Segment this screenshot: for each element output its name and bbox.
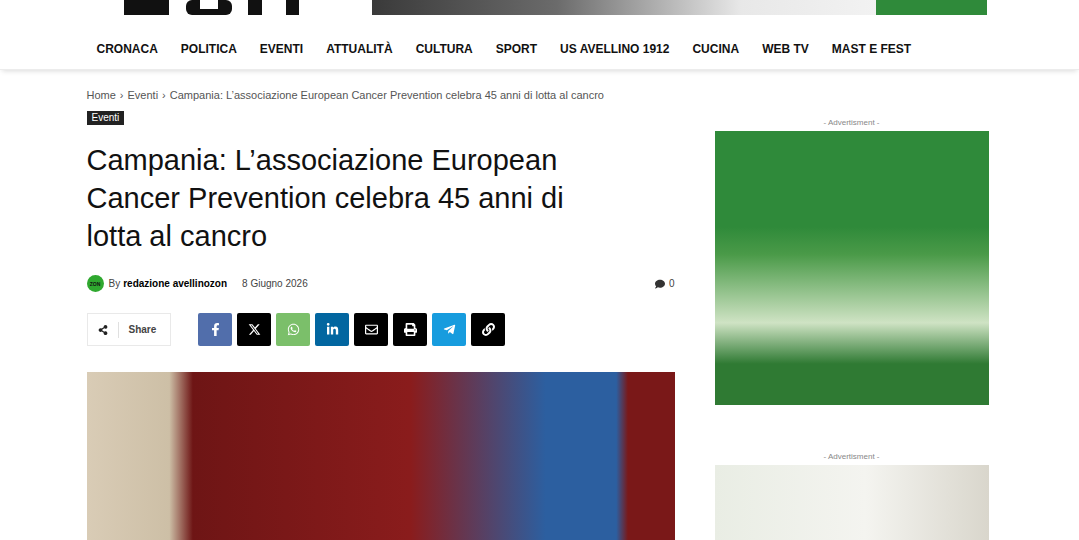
article-meta: ZON Byredazione avellinozon 8 Giugno 2026 0 xyxy=(87,275,675,292)
share-telegram-button[interactable] xyxy=(432,313,466,346)
by-label: By xyxy=(109,278,121,289)
whatsapp-icon xyxy=(287,323,300,336)
article-date: 8 Giugno 2026 xyxy=(242,278,308,289)
header xyxy=(87,0,993,16)
top-banner-ad[interactable] xyxy=(372,0,987,15)
share-whatsapp-button[interactable] xyxy=(276,313,310,346)
top-row xyxy=(87,0,993,16)
author-avatar[interactable]: ZON xyxy=(87,275,104,292)
print-icon xyxy=(404,323,417,336)
breadcrumb-item[interactable]: Home xyxy=(87,89,116,101)
breadcrumb-item[interactable]: Eventi xyxy=(128,89,159,101)
nav-item[interactable]: US AVELLINO 1912 xyxy=(560,42,669,56)
share-facebook-button[interactable] xyxy=(198,313,232,346)
nav-item[interactable]: CULTURA xyxy=(416,42,473,56)
ad-label: - Advertisment - xyxy=(715,452,989,462)
article-photo xyxy=(87,372,675,540)
author-name[interactable]: redazione avellinozon xyxy=(123,278,227,289)
x-icon xyxy=(248,323,261,336)
main-nav: CRONACA POLITICA EVENTI ATTUALITÀ CULTURA SPO… xyxy=(87,28,993,69)
share-print-button[interactable] xyxy=(393,313,427,346)
share-x-button[interactable] xyxy=(237,313,271,346)
nav-item[interactable]: SPORT xyxy=(496,42,537,56)
nav-item[interactable]: CRONACA xyxy=(97,42,158,56)
ad-label: - Advertisment - xyxy=(715,118,989,128)
category-tag[interactable]: Eventi xyxy=(87,111,125,125)
main: Home›Eventi›Campania: L’associazione Eur… xyxy=(87,70,993,540)
facebook-icon xyxy=(209,323,222,336)
nav-item[interactable]: ATTUALITÀ xyxy=(326,42,392,56)
comment-icon xyxy=(655,279,665,289)
copy-link-icon xyxy=(482,323,495,336)
nav-item[interactable]: EVENTI xyxy=(260,42,303,56)
breadcrumb-item[interactable]: Campania: L’associazione European Cancer… xyxy=(170,89,604,101)
share-icon xyxy=(98,325,108,335)
share-copy-link-button[interactable] xyxy=(471,313,505,346)
telegram-icon xyxy=(443,323,456,336)
share-label: Share xyxy=(87,313,172,346)
nav-item[interactable]: MAST E FEST xyxy=(832,42,911,56)
article: Home›Eventi›Campania: L’associazione Eur… xyxy=(87,89,675,540)
article-title: Campania: L’associazione European Cancer… xyxy=(87,141,627,255)
nav-item[interactable]: CUCINA xyxy=(692,42,739,56)
nav-item[interactable]: POLITICA xyxy=(181,42,237,56)
breadcrumb-separator: › xyxy=(162,89,166,101)
sidebar: - Advertisment - - Advertisment - xyxy=(715,89,989,540)
breadcrumb: Home›Eventi›Campania: L’associazione Eur… xyxy=(87,89,675,101)
linkedin-icon xyxy=(326,323,339,336)
nav-bar: CRONACA POLITICA EVENTI ATTUALITÀ CULTURA SPO… xyxy=(0,28,1079,70)
sidebar-ad[interactable] xyxy=(715,465,989,540)
sidebar-ad[interactable] xyxy=(715,131,989,405)
share-row: Share xyxy=(87,313,675,346)
email-icon xyxy=(365,323,378,336)
share-email-button[interactable] xyxy=(354,313,388,346)
logo-icon[interactable] xyxy=(124,0,299,15)
nav-item[interactable]: WEB TV xyxy=(762,42,809,56)
breadcrumb-separator: › xyxy=(120,89,124,101)
comments-count[interactable]: 0 xyxy=(655,278,675,289)
share-linkedin-button[interactable] xyxy=(315,313,349,346)
